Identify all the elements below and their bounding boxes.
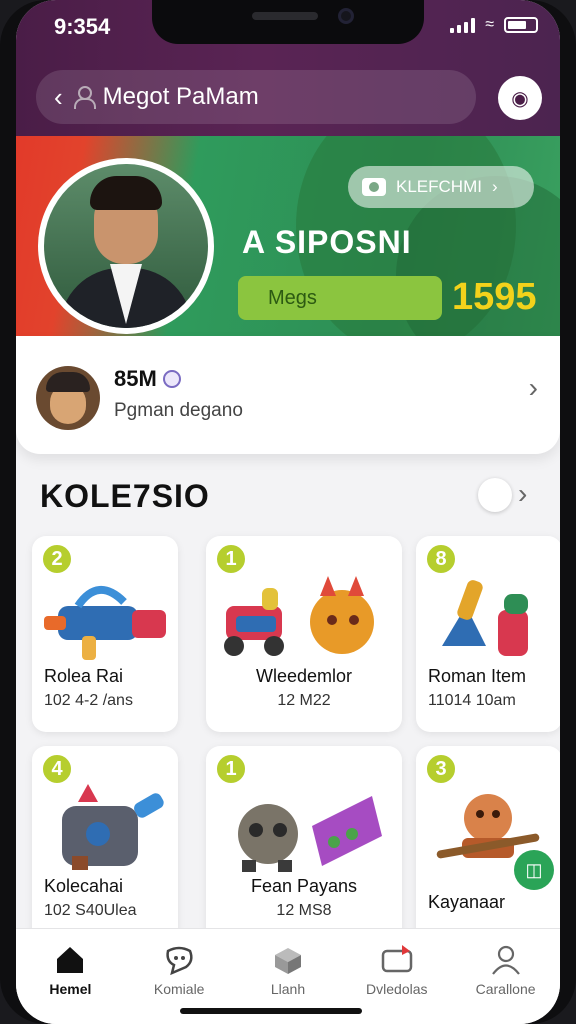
phone-frame: 9:354 ≈ ‹ Megot PaMam ◉ KLEFCHMI › A SIP… <box>0 0 576 1024</box>
profile-avatar[interactable] <box>38 158 214 334</box>
box-icon <box>274 948 301 974</box>
notch <box>152 0 424 44</box>
battery-icon <box>504 17 538 33</box>
item-card[interactable]: 1 Fean Payans 12 MS8 <box>206 746 402 942</box>
share-label: KLEFCHMI <box>396 177 482 196</box>
signal-icon <box>450 17 476 33</box>
section-toggle[interactable] <box>478 478 512 512</box>
status-time: 9:354 <box>54 14 111 39</box>
front-camera <box>338 8 354 24</box>
item-card[interactable]: 1 Wleedemlor 12 M22 <box>206 536 402 732</box>
nav-label: Carallone <box>475 981 536 997</box>
chevron-right-icon: › <box>491 177 498 196</box>
nav-item-home[interactable]: Hemel <box>16 929 125 1024</box>
item-card[interactable]: 2 Rolea Rai 102 4-2 /ans <box>32 536 178 732</box>
home-icon <box>57 947 84 973</box>
back-icon[interactable]: ‹ <box>54 84 63 110</box>
item-card[interactable]: 3 ◫ Kayanaar <box>416 746 560 942</box>
item-image <box>238 796 382 872</box>
chat-icon <box>166 946 193 976</box>
item-card[interactable]: 8 Roman Item 11014 10am <box>416 536 560 732</box>
search-bar[interactable]: ‹ Megot PaMam <box>36 70 476 124</box>
wifi-icon: ≈ <box>485 16 494 33</box>
share-button[interactable]: KLEFCHMI › <box>348 166 534 208</box>
mini-avatar <box>36 366 100 430</box>
profile-icon <box>491 945 520 975</box>
item-image <box>442 580 528 656</box>
avatar-photo <box>44 164 208 328</box>
item-title: Kayanaar <box>428 892 506 912</box>
search-text: Megot PaMam <box>102 83 259 110</box>
notification-button[interactable]: ◉ <box>498 76 542 120</box>
cart-icon[interactable]: ◫ <box>514 850 554 890</box>
chevron-right-icon[interactable]: › <box>518 478 527 510</box>
points-value: 1595 <box>452 276 537 318</box>
bell-icon: ◉ <box>511 87 529 110</box>
profile-name: A SIPOSNI <box>242 224 412 260</box>
item-subtitle: 11014 10am <box>428 692 516 709</box>
item-subtitle: 102 S40Ulea <box>44 902 137 919</box>
nav-label: Dvledolas <box>366 981 428 997</box>
speaker <box>252 12 318 20</box>
item-title: Kolecahai <box>44 876 124 896</box>
nav-label: Llanh <box>270 981 306 997</box>
item-image <box>224 576 374 656</box>
profile-id-text: 85M <box>114 366 157 391</box>
item-subtitle: 12 MS8 <box>276 902 332 919</box>
verified-icon <box>162 370 181 388</box>
item-subtitle: 12 M22 <box>277 692 331 709</box>
nav-label: Hemel <box>49 981 92 997</box>
status-icons: ≈ <box>450 16 538 34</box>
person-icon <box>73 86 96 109</box>
camera-icon <box>362 178 386 196</box>
item-subtitle: 102 4-2 /ans <box>44 692 133 709</box>
level-label: Megs <box>268 286 317 309</box>
nav-label: Komiale <box>153 981 205 997</box>
item-title: Rolea Rai <box>44 666 124 686</box>
item-image <box>62 784 164 870</box>
item-image <box>44 586 166 660</box>
profile-card[interactable]: 85M Pgman degano › <box>16 336 560 454</box>
profile-id: 85M <box>114 366 181 392</box>
item-title: Fean Payans <box>250 876 358 896</box>
profile-subtitle: Pgman degano <box>114 400 243 421</box>
level-bar: Megs <box>238 276 442 320</box>
item-title: Wleedemlor <box>255 666 353 686</box>
home-indicator[interactable] <box>180 1008 362 1014</box>
app-screen: 9:354 ≈ ‹ Megot PaMam ◉ KLEFCHMI › A SIP… <box>16 0 560 1024</box>
item-title: Roman Item <box>428 666 527 686</box>
tv-icon <box>381 945 413 973</box>
nav-item-profile[interactable]: Carallone <box>451 929 560 1024</box>
section-title: KOLE7SIO <box>40 478 210 514</box>
item-card[interactable]: 4 Kolecahai 102 S40Ulea <box>32 746 178 942</box>
chevron-right-icon[interactable]: › <box>529 372 538 404</box>
